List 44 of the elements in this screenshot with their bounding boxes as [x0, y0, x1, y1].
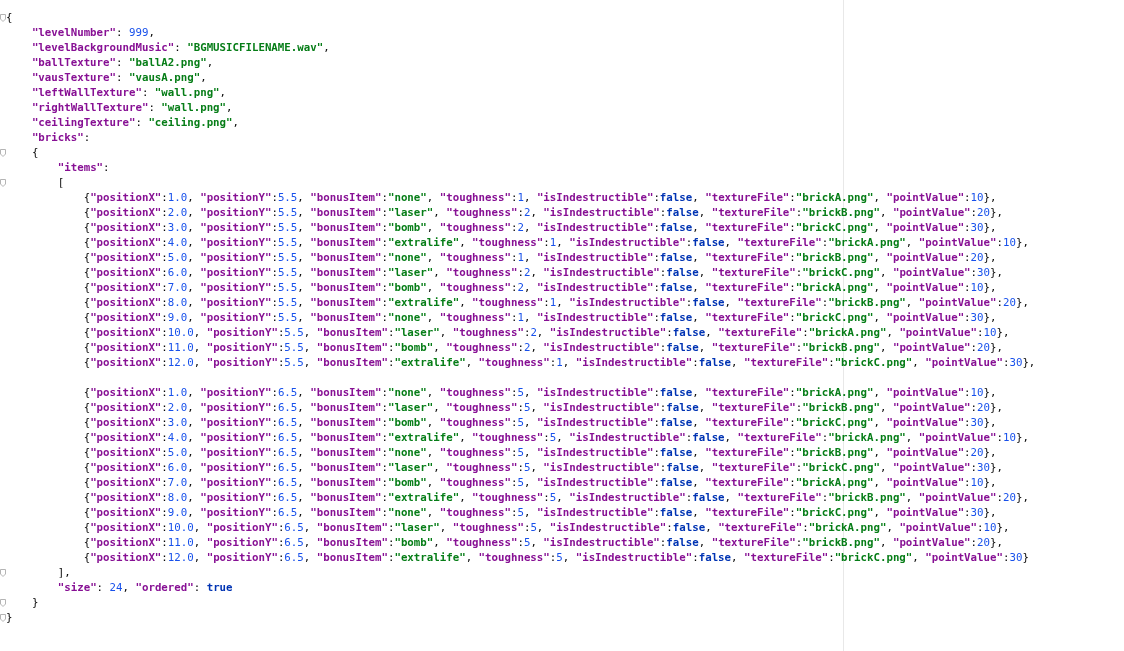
code-line: "levelNumber": 999, [30, 25, 155, 40]
code-line: {"positionX":4.0, "positionY":5.5, "bonusItem":"extralife", "toughness":1, "isIndestructible":false, "textureFile":"brickA.png", "pointValue":10}, [82, 235, 1029, 250]
code-line: "levelBackgroundMusic": "BGMUSICFILENAME.wav", [30, 40, 330, 55]
code-line: "items": [56, 160, 110, 175]
code-line: {"positionX":12.0, "positionY":5.5, "bonusItem":"extralife", "toughness":1, "isIndestructible":false, "textureFile":"brickC.png", "pointValue":30}, [82, 355, 1036, 370]
code-line: "vausTexture": "vausA.png", [30, 70, 207, 85]
code-line: [ [56, 175, 65, 190]
code-line: "bricks": [30, 130, 91, 145]
fold-icon[interactable] [0, 568, 6, 577]
code-line: } [30, 595, 39, 610]
code-line: {"positionX":1.0, "positionY":6.5, "bonusItem":"none", "toughness":5, "isIndestructible":false, "textureFile":"brickA.png", "pointValue":10}, [82, 385, 997, 400]
code-line: {"positionX":2.0, "positionY":6.5, "bonusItem":"laser", "toughness":5, "isIndestructible":false, "textureFile":"brickB.png", "pointValue":20}, [82, 400, 1003, 415]
code-line: {"positionX":7.0, "positionY":5.5, "bonusItem":"bomb", "toughness":2, "isIndestructible":false, "textureFile":"brickA.png", "pointValue":10}, [82, 280, 997, 295]
code-line: {"positionX":9.0, "positionY":6.5, "bonusItem":"none", "toughness":5, "isIndestructible":false, "textureFile":"brickC.png", "pointValue":30}, [82, 505, 997, 520]
code-line: } [6, 610, 13, 625]
code-line: {"positionX":11.0, "positionY":5.5, "bonusItem":"bomb", "toughness":2, "isIndestructible":false, "textureFile":"brickB.png", "pointValue":20}, [82, 340, 1003, 355]
code-line: {"positionX":9.0, "positionY":5.5, "bonusItem":"none", "toughness":1, "isIndestructible":false, "textureFile":"brickC.png", "pointValue":30}, [82, 310, 997, 325]
code-line: "ceilingTexture": "ceiling.png", [30, 115, 239, 130]
code-line: {"positionX":5.0, "positionY":5.5, "bonusItem":"none", "toughness":1, "isIndestructible":false, "textureFile":"brickB.png", "pointValue":20}, [82, 250, 997, 265]
code-line: {"positionX":6.0, "positionY":5.5, "bonusItem":"laser", "toughness":2, "isIndestructible":false, "textureFile":"brickC.png", "pointValue":30}, [82, 265, 1003, 280]
code-line: {"positionX":2.0, "positionY":5.5, "bonusItem":"laser", "toughness":2, "isIndestructible":false, "textureFile":"brickB.png", "pointValue":20}, [82, 205, 1003, 220]
code-line: {"positionX":6.0, "positionY":6.5, "bonusItem":"laser", "toughness":5, "isIndestructible":false, "textureFile":"brickC.png", "pointValue":30}, [82, 460, 1003, 475]
code-line: {"positionX":8.0, "positionY":5.5, "bonusItem":"extralife", "toughness":1, "isIndestructible":false, "textureFile":"brickB.png", "pointValue":20}, [82, 295, 1029, 310]
code-line: "rightWallTexture": "wall.png", [30, 100, 233, 115]
code-line: "leftWallTexture": "wall.png", [30, 85, 227, 100]
fold-icon[interactable] [0, 13, 6, 22]
code-line: {"positionX":5.0, "positionY":6.5, "bonusItem":"none", "toughness":5, "isIndestructible":false, "textureFile":"brickB.png", "pointValue":20}, [82, 445, 997, 460]
code-line: {"positionX":8.0, "positionY":6.5, "bonusItem":"extralife", "toughness":5, "isIndestructible":false, "textureFile":"brickB.png", "pointValue":20}, [82, 490, 1029, 505]
code-line: {"positionX":3.0, "positionY":5.5, "bonusItem":"bomb", "toughness":2, "isIndestructible":false, "textureFile":"brickC.png", "pointValue":30}, [82, 220, 997, 235]
code-line: {"positionX":12.0, "positionY":6.5, "bonusItem":"extralife", "toughness":5, "isIndestructible":false, "textureFile":"brickC.png", "pointValue":30} [82, 550, 1029, 565]
code-line: ], [56, 565, 71, 580]
code-line: "ballTexture": "ballA2.png", [30, 55, 214, 70]
code-line: {"positionX":3.0, "positionY":6.5, "bonusItem":"bomb", "toughness":5, "isIndestructible":false, "textureFile":"brickC.png", "pointValue":30}, [82, 415, 997, 430]
code-line: {"positionX":11.0, "positionY":6.5, "bonusItem":"bomb", "toughness":5, "isIndestructible":false, "textureFile":"brickB.png", "pointValue":20}, [82, 535, 1003, 550]
code-line: "size": 24, "ordered": true [56, 580, 233, 595]
fold-icon[interactable] [0, 148, 6, 157]
code-line: {"positionX":1.0, "positionY":5.5, "bonusItem":"none", "toughness":1, "isIndestructible":false, "textureFile":"brickA.png", "pointValue":10}, [82, 190, 997, 205]
code-line: {"positionX":7.0, "positionY":6.5, "bonusItem":"bomb", "toughness":5, "isIndestructible":false, "textureFile":"brickA.png", "pointValue":10}, [82, 475, 997, 490]
code-line: {"positionX":10.0, "positionY":6.5, "bonusItem":"laser", "toughness":5, "isIndestructible":false, "textureFile":"brickA.png", "pointValue":10}, [82, 520, 1010, 535]
code-line: { [6, 10, 13, 25]
code-line: {"positionX":4.0, "positionY":6.5, "bonusItem":"extralife", "toughness":5, "isIndestructible":false, "textureFile":"brickA.png", "pointValue":10}, [82, 430, 1029, 445]
code-line: {"positionX":10.0, "positionY":5.5, "bonusItem":"laser", "toughness":2, "isIndestructible":false, "textureFile":"brickA.png", "pointValue":10}, [82, 325, 1010, 340]
code-line: { [30, 145, 39, 160]
fold-icon[interactable] [0, 178, 6, 187]
